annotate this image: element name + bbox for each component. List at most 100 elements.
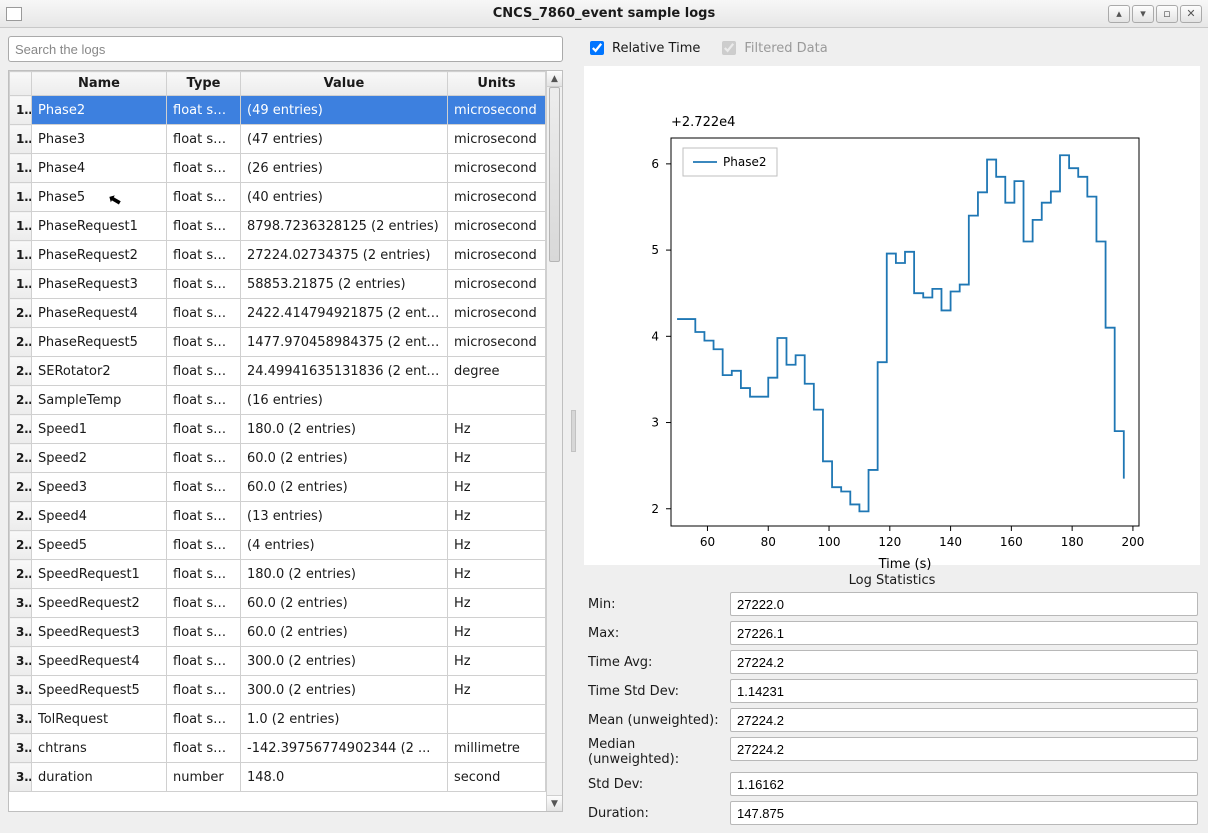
scroll-track[interactable] bbox=[547, 87, 562, 795]
col-name[interactable]: Name bbox=[32, 72, 167, 96]
table-row[interactable]: 29SpeedRequest1float series180.0 (2 entr… bbox=[10, 560, 546, 589]
row-number: 33 bbox=[10, 676, 32, 705]
stat-value[interactable] bbox=[730, 650, 1198, 674]
cell-value: (26 entries) bbox=[241, 154, 448, 183]
table-row[interactable]: 13Phase2float series(49 entries)microsec… bbox=[10, 96, 546, 125]
table-row[interactable]: 28Speed5float series(4 entries)Hz bbox=[10, 531, 546, 560]
svg-text:4: 4 bbox=[651, 329, 659, 343]
stat-value[interactable] bbox=[730, 772, 1198, 796]
table-scrollbar[interactable]: ▲ ▼ bbox=[546, 71, 562, 811]
stat-value[interactable] bbox=[730, 737, 1198, 761]
table-row[interactable]: 25Speed2float series60.0 (2 entries)Hz bbox=[10, 444, 546, 473]
col-type[interactable]: Type bbox=[167, 72, 241, 96]
cell-units: Hz bbox=[448, 560, 546, 589]
row-number: 36 bbox=[10, 763, 32, 792]
stat-value[interactable] bbox=[730, 621, 1198, 645]
table-row[interactable]: 16Phase5float series(40 entries)microsec… bbox=[10, 183, 546, 212]
minimize-button[interactable]: ▾ bbox=[1132, 5, 1154, 23]
stat-value[interactable] bbox=[730, 679, 1198, 703]
cell-value: (16 entries) bbox=[241, 386, 448, 415]
svg-text:3: 3 bbox=[651, 416, 659, 430]
table-row[interactable]: 18PhaseRequest2float series27224.0273437… bbox=[10, 241, 546, 270]
table-row[interactable]: 34TolRequestfloat series1.0 (2 entries) bbox=[10, 705, 546, 734]
cell-name: Speed4 bbox=[32, 502, 167, 531]
filtered-data-label: Filtered Data bbox=[744, 41, 827, 56]
cell-type: float series bbox=[167, 154, 241, 183]
cell-type: float series bbox=[167, 444, 241, 473]
cell-type: float series bbox=[167, 705, 241, 734]
row-number: 18 bbox=[10, 241, 32, 270]
relative-time-checkbox[interactable]: Relative Time bbox=[586, 38, 700, 58]
splitter-handle[interactable] bbox=[571, 36, 576, 825]
cell-type: float series bbox=[167, 212, 241, 241]
stat-value[interactable] bbox=[730, 801, 1198, 825]
cell-value: 8798.7236328125 (2 entries) bbox=[241, 212, 448, 241]
table-row[interactable]: 36durationnumber148.0second bbox=[10, 763, 546, 792]
cell-name: Phase4 bbox=[32, 154, 167, 183]
cell-name: Speed3 bbox=[32, 473, 167, 502]
row-number: 24 bbox=[10, 415, 32, 444]
table-row[interactable]: 19PhaseRequest3float series58853.21875 (… bbox=[10, 270, 546, 299]
row-number: 22 bbox=[10, 357, 32, 386]
cell-value: (49 entries) bbox=[241, 96, 448, 125]
table-row[interactable]: 17PhaseRequest1float series8798.72363281… bbox=[10, 212, 546, 241]
logs-table[interactable]: Name Type Value Units 13Phase2float seri… bbox=[9, 71, 546, 792]
cell-name: SERotator2 bbox=[32, 357, 167, 386]
row-number: 26 bbox=[10, 473, 32, 502]
table-row[interactable]: 24Speed1float series180.0 (2 entries)Hz bbox=[10, 415, 546, 444]
cell-units: Hz bbox=[448, 473, 546, 502]
table-row[interactable]: 31SpeedRequest3float series60.0 (2 entri… bbox=[10, 618, 546, 647]
table-row[interactable]: 27Speed4float series(13 entries)Hz bbox=[10, 502, 546, 531]
cell-value: 300.0 (2 entries) bbox=[241, 676, 448, 705]
table-row[interactable]: 21PhaseRequest5float series1477.97045898… bbox=[10, 328, 546, 357]
cell-units: microsecond bbox=[448, 241, 546, 270]
table-row[interactable]: 35chtransfloat series-142.39756774902344… bbox=[10, 734, 546, 763]
left-panel: Name Type Value Units 13Phase2float seri… bbox=[8, 36, 563, 825]
cell-units bbox=[448, 705, 546, 734]
table-row[interactable]: 15Phase4float series(26 entries)microsec… bbox=[10, 154, 546, 183]
cell-value: 27224.02734375 (2 entries) bbox=[241, 241, 448, 270]
col-value[interactable]: Value bbox=[241, 72, 448, 96]
svg-text:6: 6 bbox=[651, 157, 659, 171]
table-row[interactable]: 22SERotator2float series24.4994163513183… bbox=[10, 357, 546, 386]
cell-units: Hz bbox=[448, 676, 546, 705]
col-units[interactable]: Units bbox=[448, 72, 546, 96]
table-row[interactable]: 20PhaseRequest4float series2422.41479492… bbox=[10, 299, 546, 328]
cell-name: Speed2 bbox=[32, 444, 167, 473]
table-row[interactable]: 30SpeedRequest2float series60.0 (2 entri… bbox=[10, 589, 546, 618]
cell-name: duration bbox=[32, 763, 167, 792]
maximize-button[interactable]: ▫ bbox=[1156, 5, 1178, 23]
cell-name: Speed1 bbox=[32, 415, 167, 444]
scroll-thumb[interactable] bbox=[549, 87, 560, 262]
close-button[interactable]: ✕ bbox=[1180, 5, 1202, 23]
row-number: 15 bbox=[10, 154, 32, 183]
stat-label: Time Avg: bbox=[586, 655, 726, 670]
rollup-button[interactable]: ▴ bbox=[1108, 5, 1130, 23]
plot-options: Relative Time Filtered Data bbox=[584, 36, 1200, 66]
cell-value: (40 entries) bbox=[241, 183, 448, 212]
table-row[interactable]: 14Phase3float series(47 entries)microsec… bbox=[10, 125, 546, 154]
stat-value[interactable] bbox=[730, 708, 1198, 732]
cell-name: PhaseRequest5 bbox=[32, 328, 167, 357]
stat-label: Duration: bbox=[586, 806, 726, 821]
window-controls: ▴ ▾ ▫ ✕ bbox=[1108, 5, 1202, 23]
table-row[interactable]: 26Speed3float series60.0 (2 entries)Hz bbox=[10, 473, 546, 502]
scroll-up-arrow-icon[interactable]: ▲ bbox=[547, 71, 562, 87]
chart-canvas[interactable]: +2.722e4608010012014016018020023456Time … bbox=[584, 66, 1200, 565]
cell-type: float series bbox=[167, 415, 241, 444]
cell-type: float series bbox=[167, 647, 241, 676]
stat-label: Min: bbox=[586, 597, 726, 612]
stats-grid: Min:Max:Time Avg:Time Std Dev:Mean (unwe… bbox=[584, 592, 1200, 825]
cell-name: TolRequest bbox=[32, 705, 167, 734]
table-row[interactable]: 33SpeedRequest5float series300.0 (2 entr… bbox=[10, 676, 546, 705]
cell-units: Hz bbox=[448, 647, 546, 676]
scroll-down-arrow-icon[interactable]: ▼ bbox=[547, 795, 562, 811]
table-row[interactable]: 32SpeedRequest4float series300.0 (2 entr… bbox=[10, 647, 546, 676]
cell-type: float series bbox=[167, 676, 241, 705]
cell-type: float series bbox=[167, 125, 241, 154]
app-menu-icon[interactable] bbox=[6, 7, 22, 21]
search-input[interactable] bbox=[8, 36, 563, 62]
cell-type: float series bbox=[167, 502, 241, 531]
stat-label: Max: bbox=[586, 626, 726, 641]
table-row[interactable]: 23SampleTempfloat series(16 entries) bbox=[10, 386, 546, 415]
